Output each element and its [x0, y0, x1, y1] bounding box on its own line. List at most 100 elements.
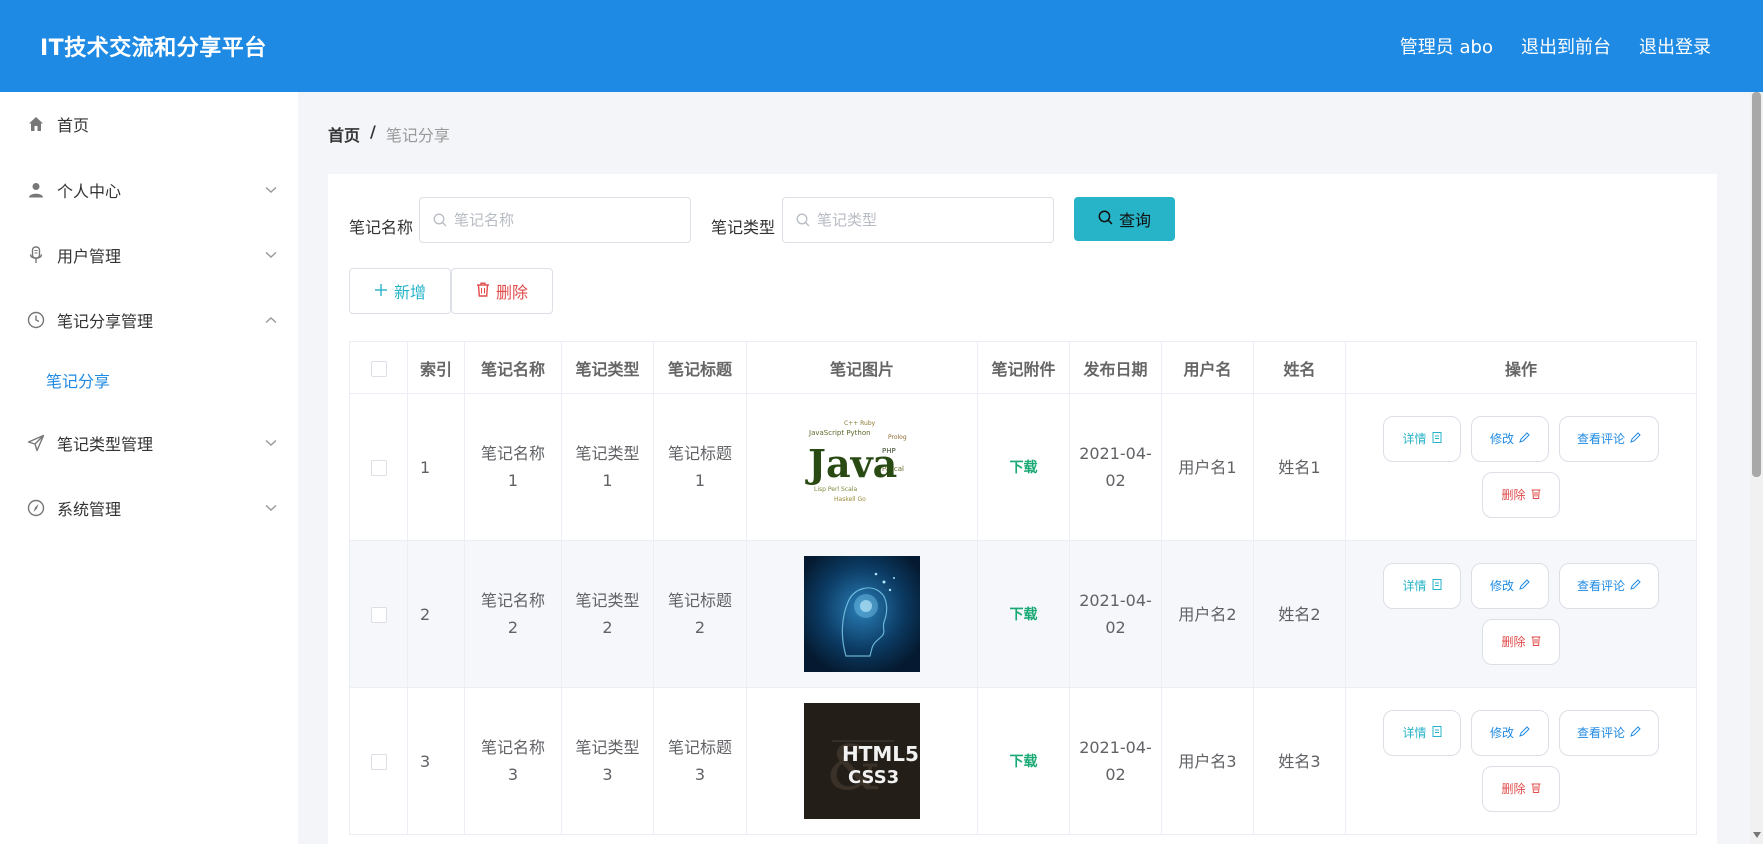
cell-note-name: 笔记名称 2 — [464, 540, 562, 688]
edit-button[interactable]: 修改 — [1471, 710, 1549, 756]
view-comments-label: 查看评论 — [1576, 725, 1625, 740]
edit-button[interactable]: 修改 — [1471, 416, 1549, 462]
sidebar-item-note-type-management[interactable]: 笔记类型管理 — [0, 423, 298, 463]
note-type-label: 笔记类型 — [711, 218, 776, 237]
select-all-cell — [349, 341, 408, 394]
document-icon — [1432, 573, 1442, 600]
cell-note-title: 笔记标题 1 — [653, 393, 747, 541]
row-checkbox[interactable] — [370, 754, 387, 770]
svg-text:Prolog: Prolog — [888, 434, 907, 441]
cell-note-type: 笔记类型 2 — [561, 540, 654, 688]
pencil-icon — [1630, 426, 1641, 453]
scroll-down-arrow-icon[interactable] — [1752, 830, 1761, 839]
column-header-note-type: 笔记类型 — [561, 341, 654, 394]
view-comments-button[interactable]: 查看评论 — [1559, 416, 1659, 462]
cell-realname: 姓名2 — [1253, 540, 1346, 688]
detail-button-label: 详情 — [1402, 725, 1427, 740]
admin-user-link[interactable]: 管理员 abo — [1400, 33, 1493, 59]
sidebar-item-home[interactable]: 首页 — [0, 104, 298, 144]
view-comments-button[interactable]: 查看评论 — [1559, 563, 1659, 609]
chevron-down-icon — [265, 184, 277, 196]
cell-note-name: 笔记名称 3 — [464, 687, 562, 835]
page-scrollbar-thumb[interactable] — [1752, 92, 1761, 477]
query-button[interactable]: 查询 — [1074, 197, 1175, 241]
detail-button-label: 详情 — [1402, 578, 1427, 593]
sidebar-item-users[interactable]: 用户管理 — [0, 235, 298, 275]
home-icon — [27, 115, 45, 133]
cell-line: 2 — [507, 618, 519, 637]
cell-username: 用户名2 — [1161, 540, 1254, 688]
column-header-username: 用户名 — [1161, 341, 1254, 394]
cell-line: 2021-04- — [1079, 444, 1152, 463]
download-link[interactable]: 下载 — [1010, 754, 1038, 770]
cell-line: 2 — [602, 618, 613, 637]
row-select-cell — [349, 393, 408, 541]
download-link[interactable]: 下载 — [1010, 607, 1038, 623]
edit-button-label: 修改 — [1489, 431, 1514, 446]
column-header-realname: 姓名 — [1253, 341, 1346, 394]
cell-line: 2021-04- — [1079, 591, 1152, 610]
cell-line: 1 — [602, 471, 613, 490]
cell-publish-date: 2021-04- 02 — [1069, 687, 1162, 835]
row-checkbox[interactable] — [370, 460, 387, 476]
select-all-checkbox[interactable] — [370, 360, 387, 377]
thumbnail-text: HTML5 — [842, 742, 919, 766]
detail-button[interactable]: 详情 — [1383, 710, 1461, 756]
cell-operations: 详情 修改 查看评论 删除 — [1345, 540, 1697, 688]
cell-line: 笔记名称 — [480, 591, 545, 610]
cell-publish-date: 2021-04- 02 — [1069, 393, 1162, 541]
sidebar-item-profile[interactable]: 个人中心 — [0, 170, 298, 210]
edit-button[interactable]: 修改 — [1471, 563, 1549, 609]
logout-link[interactable]: 退出登录 — [1639, 33, 1711, 59]
note-thumbnail-java[interactable]: JavaScript Python C++ Ruby PHP Pascal Pr… — [804, 409, 920, 525]
batch-delete-button[interactable]: 删除 — [451, 268, 553, 314]
add-button[interactable]: 新增 — [349, 268, 451, 314]
add-button-label: 新增 — [393, 283, 426, 302]
sidebar-subitem-note-share[interactable]: 笔记分享 — [0, 362, 298, 398]
row-operations: 详情 修改 查看评论 删除 — [1371, 416, 1671, 518]
send-icon — [27, 434, 45, 452]
table-row: 1 笔记名称 1 笔记类型 1 笔记标题 1 JavaScript Python C+… — [349, 393, 1697, 541]
query-button-label: 查询 — [1118, 211, 1151, 230]
table-header-row: 索引 笔记名称 笔记类型 笔记标题 笔记图片 笔记附件 发布日期 用户名 姓名 … — [349, 341, 1697, 394]
column-header-note-name: 笔记名称 — [464, 341, 562, 394]
sidebar-item-system-management[interactable]: 系统管理 — [0, 488, 298, 528]
view-comments-label: 查看评论 — [1576, 578, 1625, 593]
cell-line: 笔记类型 — [575, 738, 640, 757]
note-thumbnail-html5-css3[interactable]: & HTML5 CSS3 — [804, 703, 920, 819]
delete-button[interactable]: 删除 — [1482, 619, 1560, 665]
view-comments-button[interactable]: 查看评论 — [1559, 710, 1659, 756]
cell-note-type: 笔记类型 3 — [561, 687, 654, 835]
cell-line: 02 — [1105, 618, 1126, 637]
main-content: 首页 / 笔记分享 笔记名称 笔记类型 查询 — [298, 92, 1750, 844]
svg-text:Haskell Go: Haskell Go — [834, 496, 866, 503]
detail-button[interactable]: 详情 — [1383, 416, 1461, 462]
note-name-field[interactable] — [419, 197, 691, 243]
trash-icon — [1531, 482, 1541, 509]
back-to-front-link[interactable]: 退出到前台 — [1521, 33, 1611, 59]
sidebar-item-label: 用户管理 — [57, 247, 122, 266]
detail-button[interactable]: 详情 — [1383, 563, 1461, 609]
breadcrumb-separator: / — [370, 122, 376, 141]
download-link[interactable]: 下载 — [1010, 460, 1038, 476]
cell-line: 02 — [1105, 765, 1126, 784]
cell-line: 笔记标题 — [667, 738, 732, 757]
cell-line: 笔记标题 — [667, 444, 732, 463]
cell-line: 02 — [1105, 471, 1126, 490]
note-type-input[interactable] — [817, 211, 1017, 229]
document-icon — [1432, 426, 1442, 453]
note-thumbnail-ai-head[interactable] — [804, 556, 920, 672]
breadcrumb: 首页 / 笔记分享 — [328, 122, 450, 146]
row-checkbox[interactable] — [370, 607, 387, 623]
sidebar-item-note-share-management[interactable]: 笔记分享管理 — [0, 300, 298, 340]
note-name-input[interactable] — [454, 211, 654, 229]
note-type-field[interactable] — [782, 197, 1054, 243]
breadcrumb-home[interactable]: 首页 — [328, 122, 360, 146]
cell-operations: 详情 修改 查看评论 删除 — [1345, 393, 1697, 541]
chevron-down-icon — [265, 249, 277, 261]
svg-text:C++ Ruby: C++ Ruby — [844, 420, 876, 427]
delete-button[interactable]: 删除 — [1482, 766, 1560, 812]
chevron-up-icon — [265, 314, 277, 326]
cell-note-name: 笔记名称 1 — [464, 393, 562, 541]
delete-button[interactable]: 删除 — [1482, 472, 1560, 518]
